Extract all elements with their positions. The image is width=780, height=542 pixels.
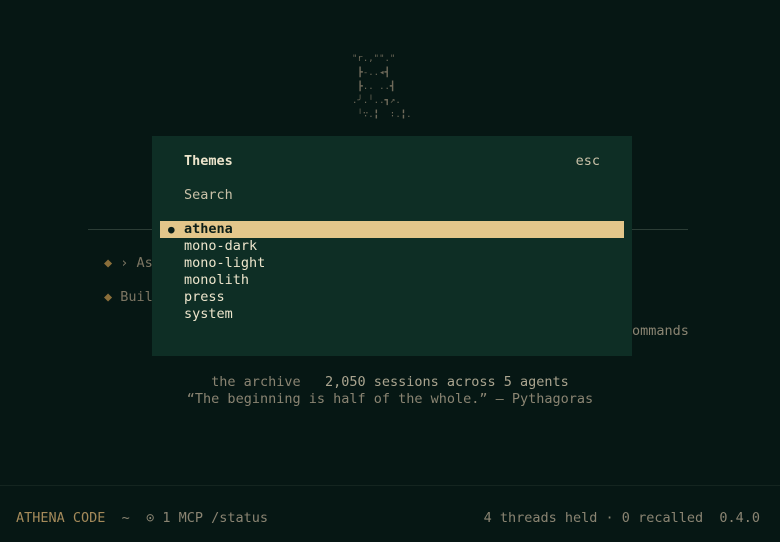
statusbar-right: 4 threads held · 0 recalled 0.4.0 bbox=[484, 510, 760, 526]
archive-summary: the archive 2,050 sessions across 5 agen… bbox=[0, 374, 780, 390]
dialog-title: Themes bbox=[184, 153, 233, 169]
bg-menu-item-build: ◆ Buil bbox=[104, 289, 153, 305]
theme-option-label: mono-light bbox=[184, 255, 266, 271]
theme-option-athena[interactable]: ● athena bbox=[160, 221, 624, 238]
theme-option-label: press bbox=[184, 289, 225, 305]
bg-menu-item-ask: ◆ › As bbox=[104, 255, 153, 271]
threads-status: 4 threads held · 0 recalled bbox=[483, 510, 704, 526]
theme-option-label: athena bbox=[184, 221, 233, 237]
theme-option-mono-dark[interactable]: mono-dark bbox=[160, 238, 624, 255]
statusbar-divider bbox=[0, 485, 780, 486]
quote: “The beginning is half of the whole.” — … bbox=[186, 391, 594, 407]
theme-option-label: mono-dark bbox=[184, 238, 258, 254]
bg-commands-hint: ommands bbox=[632, 323, 689, 339]
bg-menu-item-label: Buil bbox=[120, 289, 153, 305]
theme-search-input[interactable] bbox=[184, 186, 384, 204]
statusbar-left: ATHENA CODE ~ ⊙ 1 MCP /status bbox=[16, 510, 268, 526]
version-label: 0.4.0 bbox=[719, 510, 760, 526]
diamond-icon: ◆ bbox=[104, 289, 113, 305]
theme-option-press[interactable]: press bbox=[160, 289, 624, 306]
themes-dialog: Themes esc ● athena mono-dark mono-light … bbox=[152, 136, 632, 356]
selected-bullet-icon: ● bbox=[168, 223, 175, 236]
mcp-status-link[interactable]: 1 MCP /status bbox=[162, 510, 268, 526]
diamond-icon: ◆ bbox=[104, 255, 113, 271]
bg-menu-item-label: › As bbox=[120, 255, 153, 271]
terminal-screen: "r.,""." ┣-..◂┫ ┣.. ..┫ .╯.╵..┓↗. ╵∵.╏ ∶… bbox=[0, 0, 780, 542]
archive-stats: 2,050 sessions across 5 agents bbox=[324, 374, 569, 390]
mcp-icon: ⊙ bbox=[146, 510, 155, 526]
theme-list: ● athena mono-dark mono-light monolith pr… bbox=[160, 221, 624, 323]
close-esc-button[interactable]: esc bbox=[576, 153, 600, 169]
divider-right bbox=[630, 229, 688, 230]
archive-label: the archive bbox=[211, 374, 301, 390]
separator: ~ bbox=[121, 510, 130, 526]
divider-left bbox=[88, 229, 154, 230]
brand-label: ATHENA CODE bbox=[16, 510, 106, 526]
theme-option-mono-light[interactable]: mono-light bbox=[160, 255, 624, 272]
theme-option-system[interactable]: system bbox=[160, 306, 624, 323]
theme-option-label: system bbox=[184, 306, 233, 322]
ascii-logo: "r.,""." ┣-..◂┫ ┣.. ..┫ .╯.╵..┓↗. ╵∵.╏ ∶… bbox=[352, 54, 412, 120]
theme-option-label: monolith bbox=[184, 272, 250, 288]
theme-option-monolith[interactable]: monolith bbox=[160, 272, 624, 289]
